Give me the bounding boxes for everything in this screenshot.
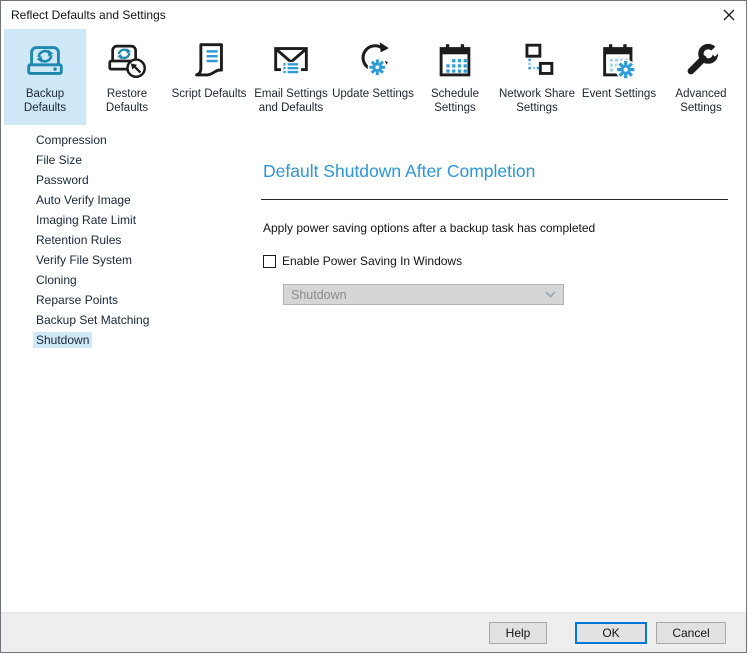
network-share-settings-icon bbox=[514, 36, 560, 86]
toolbar-item-label: Event Settings bbox=[581, 88, 657, 100]
reflect-defaults-window: Reflect Defaults and Settings Backup Def… bbox=[0, 0, 747, 653]
description-text: Apply power saving options after a backu… bbox=[263, 221, 596, 235]
window-title: Reflect Defaults and Settings bbox=[11, 8, 166, 22]
toolbar-item-label: Backup Defaults bbox=[23, 88, 67, 114]
toolbar-item-email-settings[interactable]: Email Settings and Defaults bbox=[250, 29, 332, 125]
sidebar-item-imaging-rate-limit[interactable]: Imaging Rate Limit bbox=[1, 210, 251, 230]
content-panel: Default Shutdown After Completion Apply … bbox=[251, 125, 746, 612]
toolbar-item-label: Schedule Settings bbox=[431, 88, 479, 114]
footer-bar: Help OK Cancel bbox=[1, 612, 746, 652]
toolbar-item-network-share-settings[interactable]: Network Share Settings bbox=[496, 29, 578, 125]
cancel-button[interactable]: Cancel bbox=[656, 621, 726, 644]
toolbar-item-label: Update Settings bbox=[332, 88, 414, 100]
event-settings-icon bbox=[596, 36, 642, 86]
checkbox-box[interactable] bbox=[263, 254, 276, 268]
toolbar-item-label: Script Defaults bbox=[171, 88, 247, 100]
page-title: Default Shutdown After Completion bbox=[263, 161, 536, 181]
toolbar-item-label: Network Share Settings bbox=[498, 88, 576, 114]
script-defaults-icon bbox=[186, 36, 232, 86]
sidebar: Compression File Size Password Auto Veri… bbox=[1, 125, 251, 612]
sidebar-item-password[interactable]: Password bbox=[1, 170, 251, 190]
update-settings-icon bbox=[350, 36, 396, 86]
toolbar-item-label: Advanced Settings bbox=[675, 88, 727, 114]
toolbar-item-label: Email Settings and Defaults bbox=[254, 88, 328, 114]
sidebar-item-compression[interactable]: Compression bbox=[1, 130, 251, 150]
heading-divider bbox=[261, 199, 728, 200]
toolbar-item-label: Restore Defaults bbox=[105, 88, 149, 114]
shutdown-action-dropdown[interactable]: Shutdown bbox=[283, 284, 564, 305]
close-button[interactable] bbox=[712, 1, 746, 29]
backup-defaults-icon bbox=[22, 36, 68, 86]
sidebar-item-verify-file-system[interactable]: Verify File System bbox=[1, 250, 251, 270]
sidebar-item-reparse-points[interactable]: Reparse Points bbox=[1, 290, 251, 310]
toolbar-item-advanced-settings[interactable]: Advanced Settings bbox=[660, 29, 742, 125]
help-button[interactable]: Help bbox=[489, 621, 547, 644]
close-icon bbox=[723, 9, 735, 21]
sidebar-item-shutdown[interactable]: Shutdown bbox=[1, 330, 251, 350]
dropdown-selected-value: Shutdown bbox=[291, 287, 347, 302]
main-area: Compression File Size Password Auto Veri… bbox=[1, 125, 746, 612]
sidebar-item-backup-set-matching[interactable]: Backup Set Matching bbox=[1, 310, 251, 330]
toolbar-item-update-settings[interactable]: Update Settings bbox=[332, 29, 414, 125]
toolbar-item-schedule-settings[interactable]: Schedule Settings bbox=[414, 29, 496, 125]
sidebar-item-auto-verify-image[interactable]: Auto Verify Image bbox=[1, 190, 251, 210]
sidebar-item-retention-rules[interactable]: Retention Rules bbox=[1, 230, 251, 250]
toolbar: Backup Defaults Restore Defaults Script … bbox=[1, 29, 746, 125]
checkbox-label: Enable Power Saving In Windows bbox=[282, 254, 463, 268]
toolbar-item-restore-defaults[interactable]: Restore Defaults bbox=[86, 29, 168, 125]
enable-power-saving-checkbox-row[interactable]: Enable Power Saving In Windows bbox=[263, 254, 746, 268]
toolbar-item-backup-defaults[interactable]: Backup Defaults bbox=[4, 29, 86, 125]
advanced-settings-icon bbox=[678, 36, 724, 86]
toolbar-item-script-defaults[interactable]: Script Defaults bbox=[168, 29, 250, 125]
ok-button[interactable]: OK bbox=[575, 621, 647, 644]
titlebar: Reflect Defaults and Settings bbox=[1, 1, 746, 29]
sidebar-item-file-size[interactable]: File Size bbox=[1, 150, 251, 170]
toolbar-item-event-settings[interactable]: Event Settings bbox=[578, 29, 660, 125]
restore-defaults-icon bbox=[104, 36, 150, 86]
email-settings-icon bbox=[268, 36, 314, 86]
chevron-down-icon bbox=[545, 291, 556, 298]
schedule-settings-icon bbox=[432, 36, 478, 86]
sidebar-item-cloning[interactable]: Cloning bbox=[1, 270, 251, 290]
